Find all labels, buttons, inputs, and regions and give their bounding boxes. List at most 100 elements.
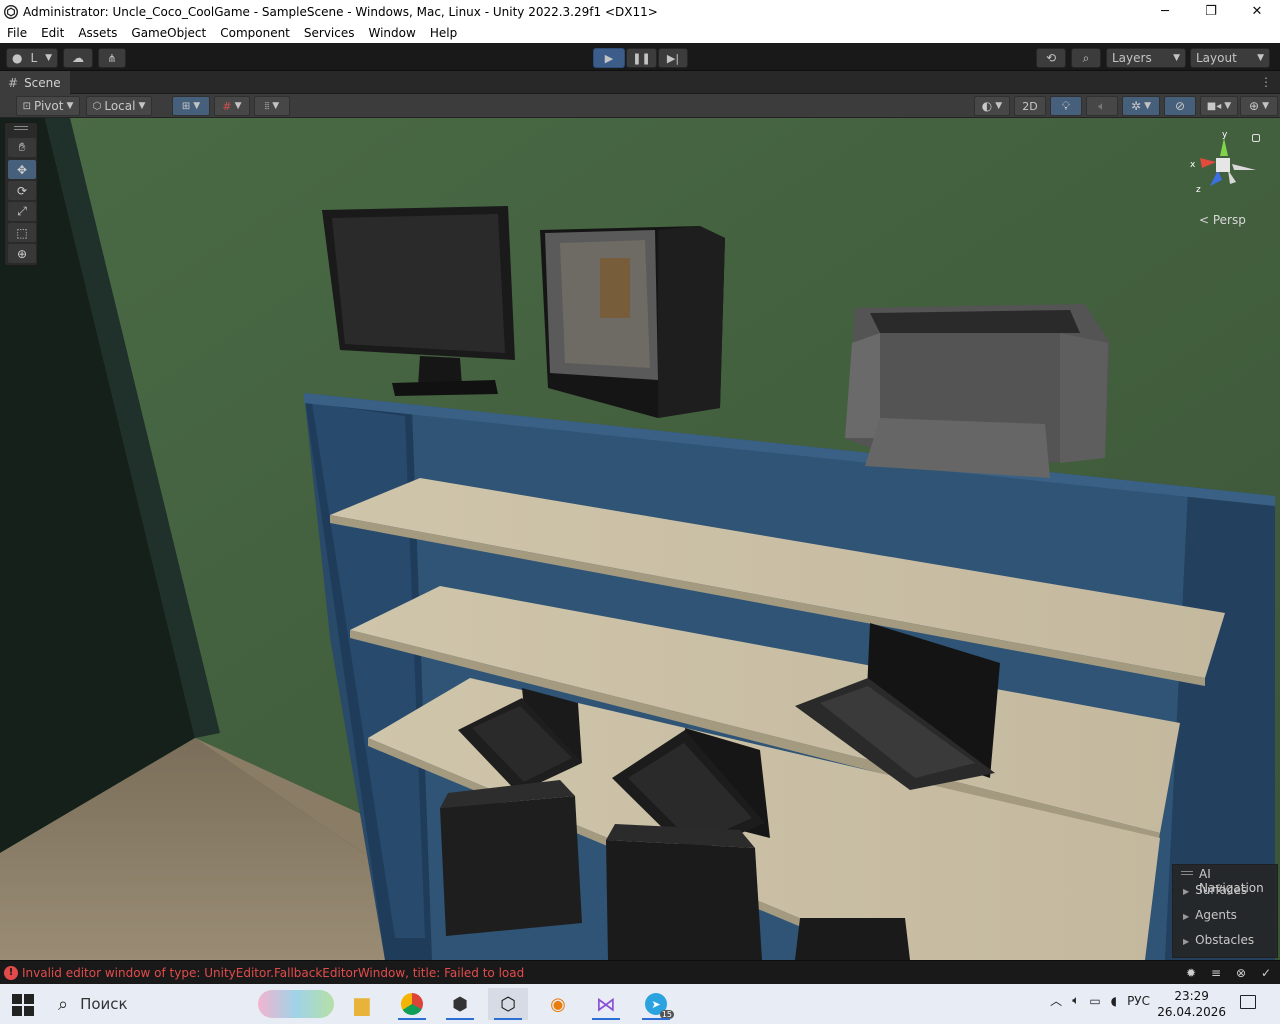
chevron-down-icon: ▼ [995,101,1003,111]
chevron-down-icon: ▼ [193,101,201,111]
step-button[interactable]: ▶| [658,48,688,68]
bug-icon[interactable]: ✹ [1183,965,1199,981]
restore-button[interactable]: ❐ [1188,0,1234,23]
history-button[interactable]: ⟲ [1036,48,1066,68]
ai-nav-obstacles-label: Obstacles [1195,933,1255,947]
menu-component[interactable]: Component [213,26,297,40]
cloud-button[interactable]: ☁ [63,48,93,68]
move-icon: ✥ [16,162,28,177]
rect-tool-button[interactable]: ⬚ [8,223,36,242]
speaker-icon[interactable]: ◖ [1111,994,1117,1008]
search-highlight-image[interactable] [258,990,334,1018]
local-cube-icon: ⬡ [92,100,102,112]
collab-button[interactable]: ⋔ [98,48,126,68]
unity-logo-icon [4,4,18,19]
menu-assets[interactable]: Assets [71,26,124,40]
draw-mode-dropdown[interactable]: ◐ ▼ [974,96,1010,116]
chrome-app[interactable] [392,988,432,1020]
network-icon[interactable]: ▭ [1089,994,1100,1008]
audio-toggle[interactable]: 🔈︎ [1086,96,1118,116]
search-button[interactable]: ⌕ [1071,48,1101,68]
chrome-icon [401,993,423,1015]
menu-edit[interactable]: Edit [34,26,71,40]
gizmos-dropdown[interactable]: ⊕ ▼ [1240,96,1278,116]
chevron-right-icon: ▶ [1183,912,1190,921]
volume-icon[interactable]: 🔈︎ [1072,993,1079,1008]
clock-time: 23:29 [1174,989,1209,1003]
2d-toggle[interactable]: 2D [1014,96,1046,116]
pause-icon: ❚❚ [632,51,651,65]
menu-services[interactable]: Services [297,26,362,40]
scene-viewport[interactable] [0,118,1280,960]
grid-toggle[interactable]: # ▼ [214,96,250,116]
2d-label: 2D [1022,99,1038,113]
tab-bar: # Scene ⋮ [0,71,1280,94]
hand-tool-button[interactable]: ✋︎ [8,138,36,157]
pause-button[interactable]: ❚❚ [626,48,657,68]
effects-dropdown[interactable]: ✲ ▼ [1122,96,1160,116]
visibility-toggle[interactable]: ⊘ [1164,96,1196,116]
unity-hub-app[interactable]: ⬢ [440,988,480,1020]
progress-check-icon[interactable]: ✓ [1258,965,1274,981]
perspective-toggle[interactable]: < Persp [1199,213,1246,227]
audio-icon: 🔈︎ [1098,98,1106,113]
lock-icon[interactable] [1252,134,1260,142]
layout-dropdown[interactable]: Layout ▼ [1190,48,1270,68]
unity-hub-icon: ⬢ [452,993,468,1015]
history-icon: ⟲ [1045,51,1057,65]
telegram-badge: 15 [659,1010,674,1019]
menu-file[interactable]: File [0,26,34,40]
scene-toolbar: ⊡ Pivot ▼ ⬡ Local ▼ ⊞ ▼ # ▼ ⦙⦙ ▼ ◐ ▼ 2D … [0,94,1280,118]
hand-icon: ✋︎ [18,140,26,154]
lighting-toggle[interactable]: 💡︎ [1050,96,1082,116]
ai-nav-obstacles[interactable]: ▶ Obstacles [1183,933,1254,947]
notification-icon[interactable] [1240,995,1256,1009]
ai-nav-agents[interactable]: ▶ Agents [1183,908,1237,922]
ai-nav-surfaces[interactable]: ▶ Surfaces [1183,883,1247,897]
gizmo-z-label: z [1196,185,1201,195]
status-message[interactable]: Invalid editor window of type: UnityEdit… [22,966,524,980]
layers-dropdown[interactable]: Layers ▼ [1106,48,1186,68]
tab-scene[interactable]: # Scene [0,71,70,94]
menu-gameobject[interactable]: GameObject [124,26,213,40]
cache-server-icon[interactable]: ≡ [1208,965,1224,981]
chevron-up-icon[interactable]: ︿ [1050,992,1062,1009]
blender-app[interactable]: ◉ [538,988,578,1020]
grid-snapping-toggle[interactable]: ⊞ ▼ [172,96,210,116]
taskbar-search[interactable]: ⌕ Поиск [48,988,248,1020]
language-indicator[interactable]: РУС [1127,994,1150,1008]
visual-studio-app[interactable]: ⋈ [586,988,626,1020]
system-tray: ︿ 🔈︎ ▭ ◖ РУС [1050,992,1150,1009]
pivot-icon: ⊡ [22,100,31,112]
play-button[interactable]: ▶ [593,48,625,68]
scale-tool-button[interactable]: ⤢ [8,202,36,221]
minimize-button[interactable]: ─ [1142,0,1188,23]
title-bar: Administrator: Uncle_Coco_CoolGame - Sam… [0,0,1280,23]
orientation-gizmo[interactable]: y x z [1188,128,1260,200]
windows-start-icon[interactable] [12,994,34,1016]
increment-snap-toggle[interactable]: ⦙⦙ ▼ [254,96,290,116]
camera-dropdown[interactable]: ■◂ ▼ [1200,96,1238,116]
grid-snap-icon: ⊞ [181,100,191,112]
more-options-icon[interactable]: ⋮ [1260,75,1272,89]
account-dropdown[interactable]: ● L ▼ [6,48,58,68]
main-toolbar: ● L ▼ ☁ ⋔ ▶ ❚❚ ▶| ⟲ ⌕ Layers ▼ Layout ▼ [0,43,1280,71]
telegram-app[interactable]: ➤ 15 [636,988,676,1020]
ai-nav-agents-label: Agents [1195,908,1237,922]
close-button[interactable]: ✕ [1234,0,1280,23]
local-dropdown[interactable]: ⬡ Local ▼ [86,96,152,116]
transform-tool-button[interactable]: ⊕ [8,244,36,263]
move-tool-button[interactable]: ✥ [8,160,36,179]
unity-editor-app[interactable]: ⬡ [488,988,528,1020]
blender-icon: ◉ [550,993,566,1015]
file-explorer-app[interactable]: ▆ [342,988,382,1020]
menu-window[interactable]: Window [362,26,423,40]
ruler-icon: ⦙⦙ [264,100,270,112]
auto-generate-lighting-icon[interactable]: ⊗ [1233,965,1249,981]
status-bar[interactable]: ! Invalid editor window of type: UnityEd… [0,960,1280,984]
gizmo-y-label: y [1222,130,1228,140]
pivot-dropdown[interactable]: ⊡ Pivot ▼ [16,96,80,116]
menu-help[interactable]: Help [423,26,464,40]
rotate-tool-button[interactable]: ⟳ [8,181,36,200]
clock[interactable]: 23:29 26.04.2026 [1157,988,1226,1020]
